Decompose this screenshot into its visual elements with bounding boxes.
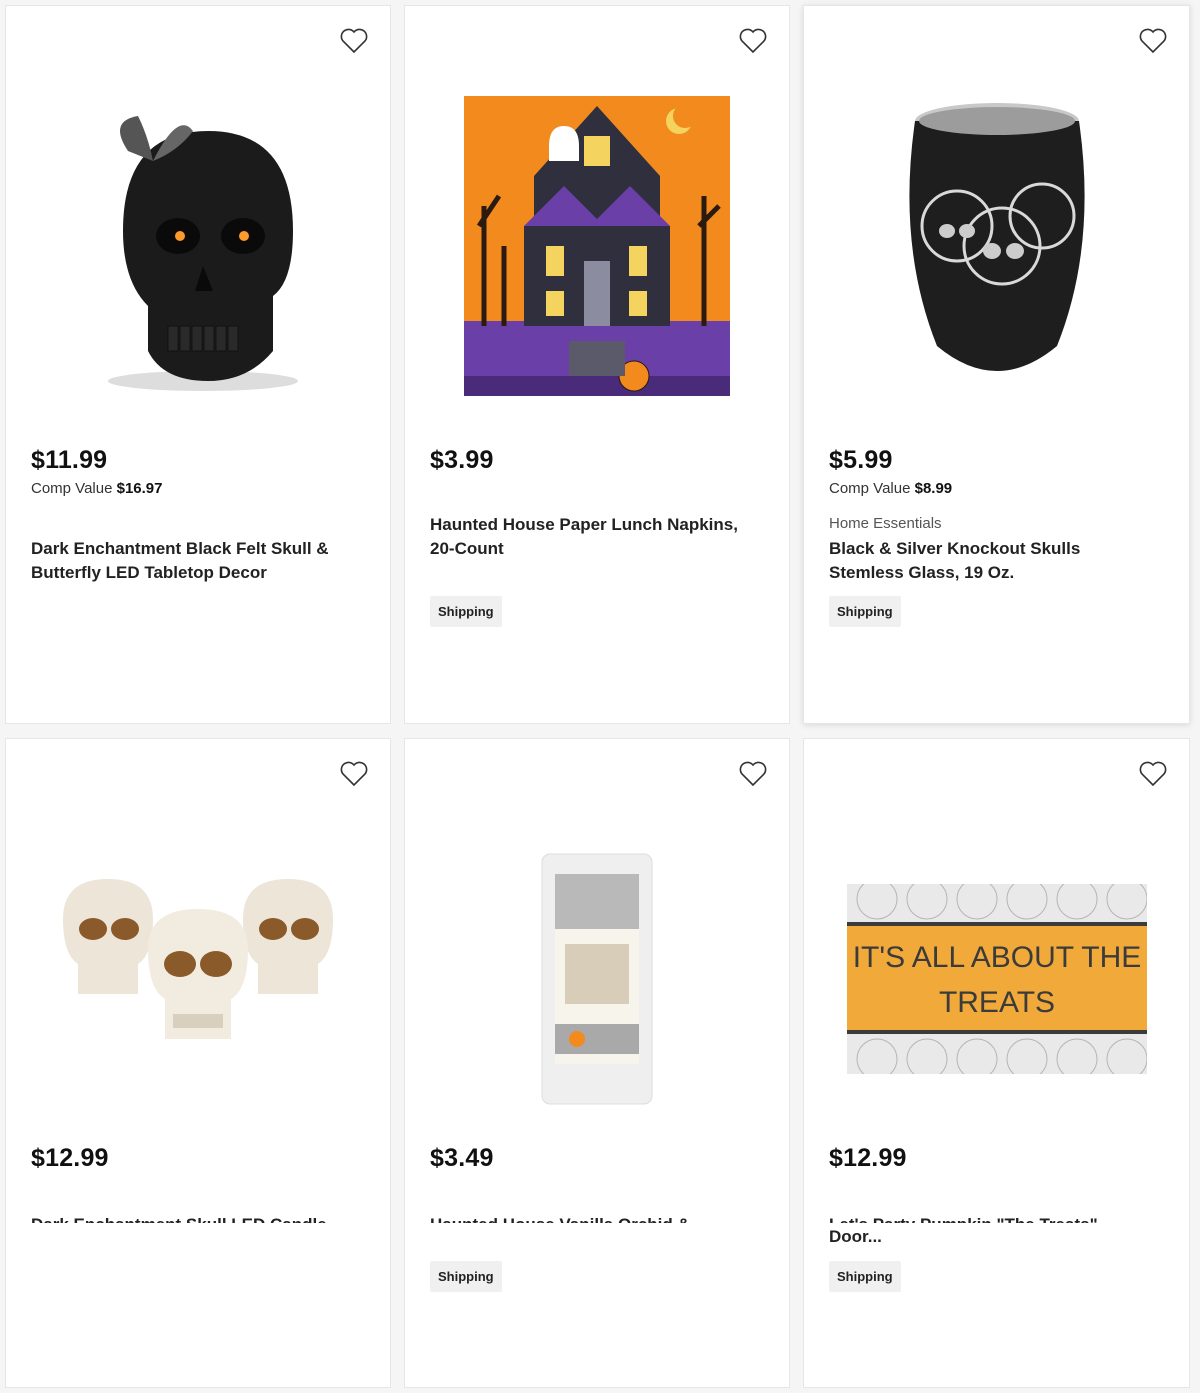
product-card[interactable]: $12.99 Dark Enchantment Skull LED Candle <box>5 738 391 1388</box>
product-brand[interactable]: Home Essentials <box>829 515 942 532</box>
heart-outline-icon[interactable] <box>739 28 767 54</box>
doormat-line2: TREATS <box>938 986 1054 1019</box>
product-price: $12.99 <box>829 1144 907 1172</box>
product-title[interactable]: Let's Party Pumpkin "The Treats" <box>829 1213 1149 1223</box>
product-title[interactable]: Dark Enchantment Skull LED Candle <box>31 1213 351 1223</box>
product-price: $5.99 <box>829 446 893 474</box>
product-card[interactable]: $3.49 Haunted House Vanilla Orchid & Shi… <box>404 738 790 1388</box>
product-card[interactable]: $3.99 Haunted House Paper Lunch Napkins,… <box>404 5 790 724</box>
product-price: $3.49 <box>430 1144 494 1172</box>
shipping-badge: Shipping <box>829 1261 901 1292</box>
product-title[interactable]: Haunted House Paper Lunch Napkins, 20-Co… <box>430 513 750 561</box>
shipping-badge: Shipping <box>430 1261 502 1292</box>
product-title[interactable]: Dark Enchantment Black Felt Skull & Butt… <box>31 537 351 585</box>
product-price: $3.99 <box>430 446 494 474</box>
heart-outline-icon[interactable] <box>340 28 368 54</box>
heart-outline-icon[interactable] <box>739 761 767 787</box>
comp-value: Comp Value $16.97 <box>31 480 163 497</box>
product-image[interactable]: IT'S ALL ABOUT THE TREATS <box>804 799 1189 1159</box>
product-image[interactable] <box>405 799 789 1159</box>
heart-outline-icon[interactable] <box>340 761 368 787</box>
doormat-line1: IT'S ALL ABOUT THE <box>852 941 1141 974</box>
product-title[interactable]: Black & Silver Knockout Skulls Stemless … <box>829 537 1149 585</box>
product-title[interactable]: Haunted House Vanilla Orchid & <box>430 1213 750 1223</box>
product-price: $11.99 <box>31 446 108 474</box>
product-image[interactable] <box>6 66 390 426</box>
product-card[interactable]: IT'S ALL ABOUT THE TREATS $12.99 Let's P… <box>803 738 1190 1388</box>
product-title-continued[interactable]: Door... <box>829 1225 1149 1249</box>
product-image[interactable] <box>6 799 390 1159</box>
heart-outline-icon[interactable] <box>1139 761 1167 787</box>
product-image[interactable] <box>405 66 789 426</box>
product-image[interactable] <box>804 66 1189 426</box>
product-card[interactable]: $5.99 Comp Value $8.99 Home Essentials B… <box>803 5 1190 724</box>
shipping-badge: Shipping <box>829 596 901 627</box>
product-card[interactable]: $11.99 Comp Value $16.97 Dark Enchantmen… <box>5 5 391 724</box>
shipping-badge: Shipping <box>430 596 502 627</box>
comp-value: Comp Value $8.99 <box>829 480 953 497</box>
product-price: $12.99 <box>31 1144 109 1172</box>
heart-outline-icon[interactable] <box>1139 28 1167 54</box>
